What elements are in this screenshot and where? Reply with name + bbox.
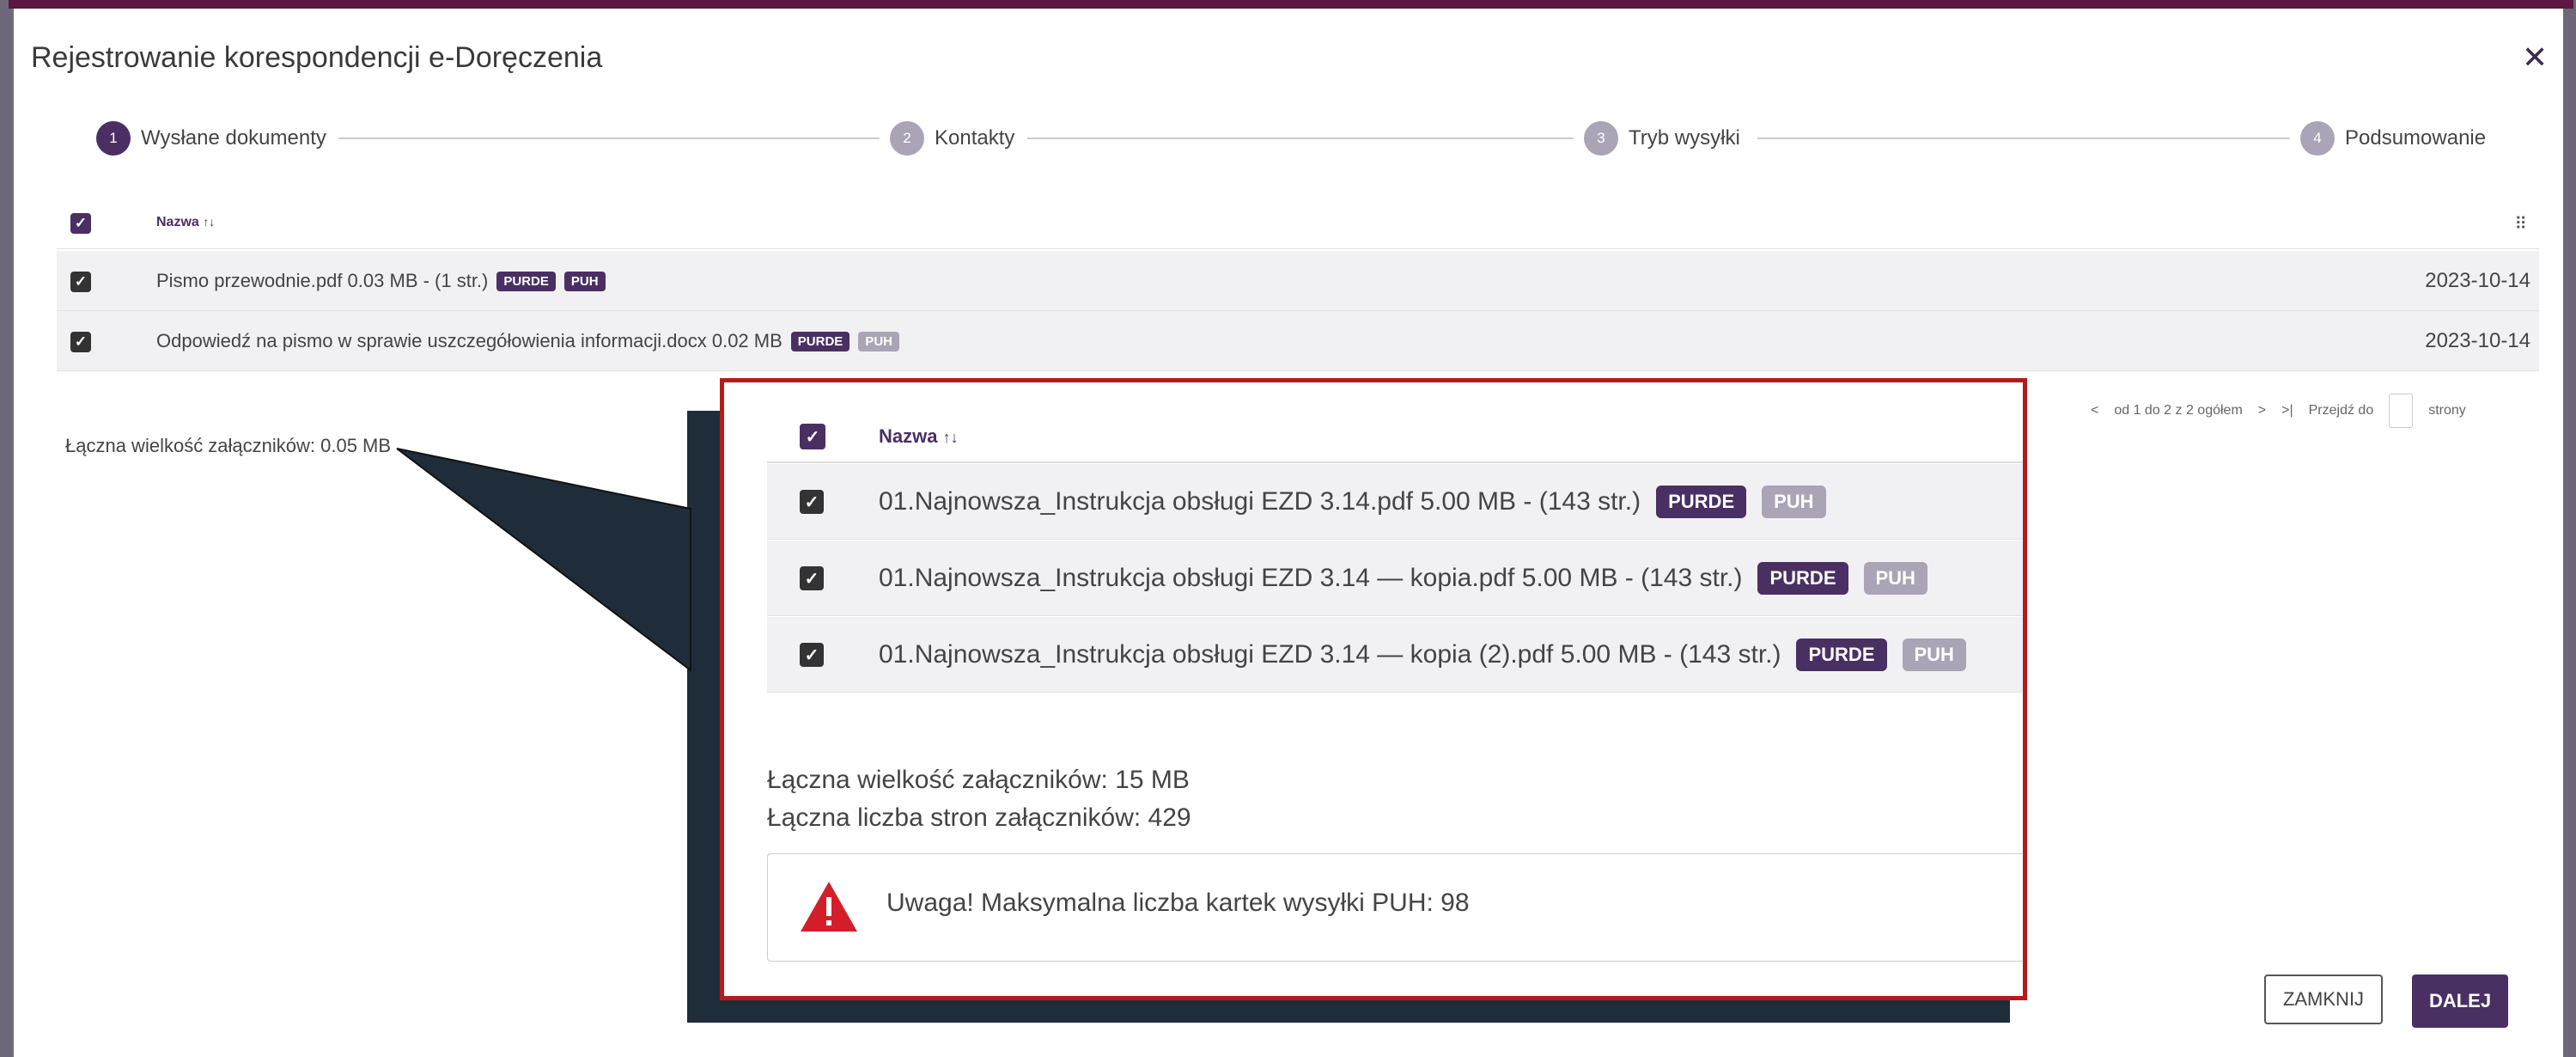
- step-connector: [338, 137, 880, 139]
- step-number-4: 4: [2300, 121, 2335, 156]
- next-button[interactable]: DALEJ: [2412, 975, 2508, 1028]
- last-page-button[interactable]: >|: [2281, 403, 2293, 419]
- step-number-2: 2: [890, 121, 924, 156]
- zoom-row-file-name: 01.Najnowsza_Instrukcja obsługi EZD 3.14…: [879, 487, 1641, 516]
- row-date: 2023-10-14: [2425, 269, 2530, 292]
- zoom-row-checkbox[interactable]: ✓: [800, 490, 824, 514]
- purde-badge: PURDE: [1757, 562, 1848, 595]
- zoom-total-pages: Łączna liczba stron załączników: 429: [767, 803, 1191, 832]
- column-header-name[interactable]: Nazwa ↑↓: [156, 215, 215, 230]
- zoom-row-checkbox[interactable]: ✓: [800, 566, 824, 590]
- step-sent-documents[interactable]: 1 Wysłane dokumenty: [96, 119, 326, 158]
- row-checkbox[interactable]: ✓: [70, 332, 91, 352]
- zoom-row-name: 01.Najnowsza_Instrukcja obsługi EZD 3.14…: [879, 541, 1927, 616]
- warning-box: Uwaga! Maksymalna liczba kartek wysyłki …: [767, 853, 2023, 962]
- zoom-select-all-checkbox[interactable]: ✓: [800, 424, 825, 449]
- zoom-table-header: ✓ Nazwa ↑↓: [767, 408, 2023, 463]
- purde-badge: PURDE: [1796, 638, 1887, 671]
- step-connector: [1757, 137, 2290, 139]
- row-name: Odpowiedź na pismo w sprawie uszczegółow…: [156, 311, 899, 371]
- row-name: Pismo przewodnie.pdf 0.03 MB - (1 str.) …: [156, 251, 606, 311]
- select-all-checkbox[interactable]: ✓: [70, 213, 91, 234]
- puh-badge: PUH: [1902, 638, 1966, 671]
- column-settings-icon[interactable]: ⠿: [2514, 213, 2527, 235]
- step-connector: [1027, 137, 1574, 139]
- zoom-row-file-name: 01.Najnowsza_Instrukcja obsługi EZD 3.14…: [879, 640, 1781, 669]
- purde-badge: PURDE: [496, 271, 556, 291]
- puh-badge: PUH: [1762, 486, 1826, 518]
- step-label-4: Podsumowanie: [2345, 126, 2487, 150]
- zoom-table-row[interactable]: ✓ 01.Najnowsza_Instrukcja obsługi EZD 3.…: [767, 464, 2023, 540]
- dialog-title: Rejestrowanie korespondencji e-Doręczeni…: [31, 41, 603, 74]
- puh-badge: PUH: [1863, 562, 1927, 595]
- zoom-column-header-name[interactable]: Nazwa ↑↓: [879, 425, 959, 448]
- step-number-3: 3: [1584, 121, 1618, 156]
- warning-text: Uwaga! Maksymalna liczba kartek wysyłki …: [886, 889, 1470, 917]
- page-number-input[interactable]: [2389, 394, 2414, 428]
- row-file-name: Pismo przewodnie.pdf 0.03 MB - (1 str.): [156, 270, 489, 291]
- zoom-row-name: 01.Najnowsza_Instrukcja obsługi EZD 3.14…: [879, 617, 1966, 693]
- step-summary[interactable]: 4 Podsumowanie: [2300, 119, 2486, 158]
- zoom-total-size: Łączna wielkość załączników: 15 MB: [767, 766, 1190, 794]
- step-label-3: Tryb wysyłki: [1629, 126, 1740, 150]
- column-header-name-label: Nazwa: [156, 215, 199, 229]
- zoom-column-header-label: Nazwa: [879, 425, 938, 447]
- window-top-bar: [9, 0, 2573, 9]
- step-number-1: 1: [96, 121, 131, 156]
- table-row[interactable]: ✓ Odpowiedź na pismo w sprawie uszczegół…: [57, 311, 2539, 371]
- zoom-table-row[interactable]: ✓ 01.Najnowsza_Instrukcja obsługi EZD 3.…: [767, 617, 2023, 693]
- step-shipping-mode[interactable]: 3 Tryb wysyłki: [1584, 119, 1740, 158]
- page-suffix-label: strony: [2428, 403, 2466, 418]
- close-button[interactable]: ZAMKNIJ: [2264, 975, 2383, 1024]
- warning-icon: [801, 882, 857, 932]
- prev-page-button[interactable]: <: [2091, 403, 2098, 419]
- pagination: < od 1 do 2 z 2 ogółem > >| Przejdź do s…: [2091, 394, 2466, 428]
- table-row[interactable]: ✓ Pismo przewodnie.pdf 0.03 MB - (1 str.…: [57, 251, 2539, 311]
- table-header: ✓ Nazwa ↑↓ ⠿: [57, 205, 2539, 249]
- zoom-row-file-name: 01.Najnowsza_Instrukcja obsługi EZD 3.14…: [879, 564, 1743, 592]
- go-to-label: Przejdź do: [2308, 403, 2374, 418]
- row-file-name: Odpowiedź na pismo w sprawie uszczegółow…: [156, 330, 783, 351]
- purde-badge: PURDE: [1656, 486, 1747, 518]
- zoom-callout: ✓ Nazwa ↑↓ ✓ 01.Najnowsza_Instrukcja obs…: [720, 378, 2027, 1000]
- sort-icon: ↑↓: [203, 215, 216, 229]
- zoom-row-checkbox[interactable]: ✓: [800, 643, 824, 667]
- zoom-row-name: 01.Najnowsza_Instrukcja obsługi EZD 3.14…: [879, 464, 1826, 540]
- total-size-label: Łączna wielkość załączników: 0.05 MB: [65, 435, 392, 456]
- page-range: od 1 do 2 z 2 ogółem: [2114, 403, 2243, 418]
- step-label-1: Wysłane dokumenty: [141, 126, 326, 150]
- purde-badge: PURDE: [790, 331, 850, 351]
- puh-badge: PUH: [563, 271, 606, 291]
- row-date: 2023-10-14: [2425, 329, 2530, 352]
- row-checkbox[interactable]: ✓: [70, 272, 91, 292]
- close-icon[interactable]: ✕: [2522, 40, 2548, 76]
- sort-icon: ↑↓: [942, 429, 959, 446]
- next-page-button[interactable]: >: [2258, 403, 2266, 419]
- zoom-table-row[interactable]: ✓ 01.Najnowsza_Instrukcja obsługi EZD 3.…: [767, 541, 2023, 616]
- step-contacts[interactable]: 2 Kontakty: [890, 119, 1014, 158]
- step-label-2: Kontakty: [935, 126, 1015, 150]
- puh-badge: PUH: [858, 331, 899, 351]
